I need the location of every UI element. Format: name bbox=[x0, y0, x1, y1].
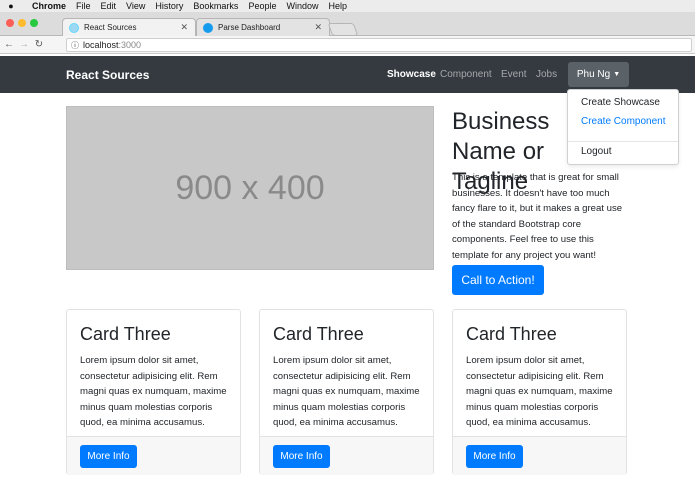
menu-people[interactable]: People bbox=[248, 1, 276, 11]
navbar-brand[interactable]: React Sources bbox=[66, 68, 149, 82]
dropdown-item-create-component[interactable]: Create Component bbox=[581, 116, 666, 127]
menu-bookmarks[interactable]: Bookmarks bbox=[193, 1, 238, 11]
placeholder-label: 900 x 400 bbox=[175, 168, 325, 207]
nav-link-component[interactable]: Component bbox=[440, 69, 492, 80]
nav-link-event[interactable]: Event bbox=[501, 69, 527, 80]
window-minimize-icon[interactable] bbox=[18, 19, 26, 27]
dropdown-item-logout[interactable]: Logout bbox=[581, 146, 612, 157]
mac-menu-bar: ● Chrome File Edit View History Bookmark… bbox=[0, 0, 695, 12]
card-footer: More Info bbox=[453, 436, 626, 475]
caret-down-icon: ▼ bbox=[613, 71, 621, 78]
menu-app-chrome[interactable]: Chrome bbox=[32, 1, 66, 11]
card-title: Card Three bbox=[80, 324, 171, 344]
info-icon[interactable]: ⓘ bbox=[71, 40, 79, 51]
site-navbar: React Sources Showcase Component Event J… bbox=[0, 56, 695, 93]
hero-image-placeholder: 900 x 400 bbox=[66, 106, 434, 270]
card: Card Three Lorem ipsum dolor sit amet, c… bbox=[259, 309, 434, 475]
card-text: Lorem ipsum dolor sit amet, consectetur … bbox=[273, 355, 420, 428]
new-tab-button[interactable] bbox=[327, 23, 359, 36]
dropdown-item-create-showcase[interactable]: Create Showcase bbox=[581, 97, 660, 108]
card-title: Card Three bbox=[466, 324, 557, 344]
card-title: Card Three bbox=[273, 324, 364, 344]
user-name: Phu Ng bbox=[576, 69, 611, 80]
parse-favicon-icon bbox=[203, 22, 213, 33]
card-text: Lorem ipsum dolor sit amet, consectetur … bbox=[466, 355, 613, 428]
nav-link-jobs[interactable]: Jobs bbox=[536, 69, 557, 80]
browser-toolbar: ← → ↻ ⓘ localhost:3000 bbox=[0, 36, 695, 54]
tab-parse-dashboard[interactable]: Parse Dashboard ✕ bbox=[196, 18, 330, 36]
user-dropdown-menu: Create Showcase Create Component Logout bbox=[567, 89, 679, 165]
user-menu-button[interactable]: Phu Ng ▼ bbox=[568, 62, 629, 87]
nav-link-showcase[interactable]: Showcase bbox=[387, 69, 436, 80]
more-info-button[interactable]: More Info bbox=[80, 445, 137, 468]
url-host: localhost bbox=[83, 40, 119, 50]
card: Card Three Lorem ipsum dolor sit amet, c… bbox=[452, 309, 627, 475]
menu-view[interactable]: View bbox=[126, 1, 145, 11]
apple-icon[interactable]: ● bbox=[0, 1, 22, 11]
menu-window[interactable]: Window bbox=[286, 1, 318, 11]
card-text: Lorem ipsum dolor sit amet, consectetur … bbox=[80, 355, 227, 428]
window-maximize-icon[interactable] bbox=[30, 19, 38, 27]
more-info-button[interactable]: More Info bbox=[273, 445, 330, 468]
forward-arrow-icon[interactable]: → bbox=[18, 39, 30, 50]
url-port: :3000 bbox=[118, 40, 142, 50]
tab-close-icon[interactable]: ✕ bbox=[314, 22, 322, 33]
menu-file[interactable]: File bbox=[76, 1, 91, 11]
browser-tab-strip: React Sources ✕ Parse Dashboard ✕ bbox=[0, 12, 695, 36]
tab-title: Parse Dashboard bbox=[218, 23, 281, 32]
reload-icon[interactable]: ↻ bbox=[33, 39, 45, 50]
address-bar[interactable]: ⓘ localhost:3000 bbox=[66, 38, 692, 52]
tab-close-icon[interactable]: ✕ bbox=[180, 22, 188, 33]
menu-edit[interactable]: Edit bbox=[101, 1, 117, 11]
tab-title: React Sources bbox=[84, 23, 137, 32]
back-arrow-icon[interactable]: ← bbox=[3, 39, 15, 50]
menu-help[interactable]: Help bbox=[328, 1, 347, 11]
card-footer: More Info bbox=[260, 436, 433, 475]
react-favicon-icon bbox=[69, 22, 79, 33]
hero-text: This is a template that is great for sma… bbox=[452, 172, 623, 261]
menu-history[interactable]: History bbox=[155, 1, 183, 11]
tab-react-sources[interactable]: React Sources ✕ bbox=[62, 18, 196, 36]
more-info-button[interactable]: More Info bbox=[466, 445, 523, 468]
dropdown-divider bbox=[568, 141, 678, 142]
call-to-action-button[interactable]: Call to Action! bbox=[452, 265, 544, 295]
card: Card Three Lorem ipsum dolor sit amet, c… bbox=[66, 309, 241, 475]
window-close-icon[interactable] bbox=[6, 19, 14, 27]
card-footer: More Info bbox=[67, 436, 240, 475]
